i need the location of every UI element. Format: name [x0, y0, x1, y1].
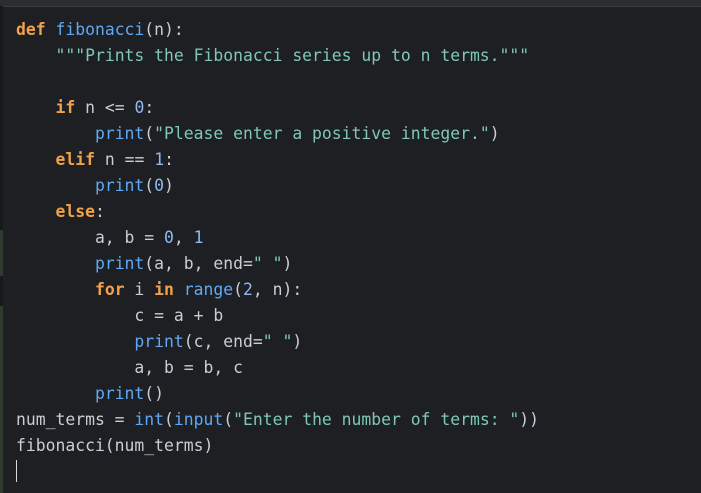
code-token-str: " " — [262, 332, 293, 351]
code-line[interactable] — [16, 69, 539, 95]
code-token-fn: print — [94, 124, 145, 143]
code-token-fn: print — [134, 332, 184, 351]
code-token-txt: fibonacci(num_terms) — [16, 436, 214, 455]
gutter-change-marker — [0, 230, 3, 276]
code-token-num: 0 — [164, 228, 174, 247]
code-line[interactable]: for i in range(2, n): — [16, 277, 539, 303]
code-token-fn: print — [94, 176, 145, 195]
text-cursor — [16, 460, 17, 482]
gutter-change-marker — [0, 306, 3, 493]
code-token-kw: elif — [55, 150, 95, 169]
code-token-txt: , — [173, 228, 194, 247]
code-token-str: """Prints the Fibonacci series up to n t… — [55, 46, 530, 65]
code-line[interactable]: a, b = b, c — [16, 355, 539, 381]
code-token-txt: num_terms = — [16, 410, 135, 429]
code-token-fn: print — [94, 384, 145, 403]
code-token-fn: int — [134, 410, 165, 429]
code-editor[interactable]: def fibonacci(n): """Prints the Fibonacc… — [0, 0, 701, 493]
code-token-txt: ( — [144, 124, 155, 143]
code-token-txt: )) — [519, 410, 540, 429]
code-token-kw: def — [16, 20, 46, 39]
code-token-str: " " — [252, 254, 283, 273]
code-token-num: 0 — [134, 98, 145, 117]
code-token-txt: ) — [292, 332, 303, 351]
code-token-txt: (c, end= — [183, 332, 263, 351]
code-token-str: "Enter the number of terms: " — [233, 410, 520, 429]
code-token-txt: i — [124, 280, 155, 299]
editor-gutter — [0, 6, 3, 493]
code-token-txt: (n): — [144, 20, 184, 39]
code-token-txt: ) — [282, 254, 293, 273]
code-line[interactable]: if n <= 0: — [16, 95, 539, 121]
code-line[interactable]: print(a, b, end=" ") — [16, 251, 539, 277]
code-line[interactable]: """Prints the Fibonacci series up to n t… — [16, 43, 539, 69]
code-line[interactable]: print("Please enter a positive integer."… — [16, 121, 539, 147]
code-line[interactable]: else: — [16, 199, 539, 225]
code-area[interactable]: def fibonacci(n): """Prints the Fibonacc… — [16, 17, 539, 459]
editor-top-border — [0, 0, 701, 7]
code-token-txt: n <= — [75, 98, 135, 117]
code-line[interactable]: print() — [16, 381, 539, 407]
code-token-kw: for — [94, 280, 125, 299]
code-token-txt: c = a + b — [16, 306, 224, 325]
code-line[interactable]: c = a + b — [16, 303, 539, 329]
code-token-txt: ( — [164, 410, 174, 429]
code-token-fn: print — [94, 254, 145, 273]
code-token-num: 2 — [243, 280, 253, 299]
code-token-txt: a, b = b, c — [16, 358, 243, 377]
code-token-str: "Please enter a positive integer." — [154, 124, 490, 143]
code-token-txt: , n): — [252, 280, 303, 299]
code-token-num: 1 — [193, 228, 204, 247]
code-token-txt: () — [144, 384, 165, 403]
code-token-kw: else — [55, 202, 95, 221]
code-token-txt: : — [144, 98, 155, 117]
code-token-txt: (a, b, end= — [144, 254, 253, 273]
code-token-txt: : — [164, 150, 174, 169]
code-token-fn: range — [183, 280, 234, 299]
code-token-txt: ( — [223, 410, 234, 429]
code-token-fn: input — [173, 410, 224, 429]
code-line[interactable]: print(c, end=" ") — [16, 329, 539, 355]
code-token-txt: : — [94, 202, 105, 221]
code-token-txt: ( — [233, 280, 244, 299]
code-line[interactable]: num_terms = int(input("Enter the number … — [16, 407, 539, 433]
code-token-kw: in — [154, 280, 174, 299]
code-line[interactable]: print(0) — [16, 173, 539, 199]
code-token-txt: ) — [164, 176, 174, 195]
code-line[interactable]: def fibonacci(n): — [16, 17, 539, 43]
code-line[interactable]: fibonacci(num_terms) — [16, 433, 539, 459]
code-token-kw: if — [55, 98, 76, 117]
code-line[interactable]: elif n == 1: — [16, 147, 539, 173]
code-token-num: 1 — [154, 150, 165, 169]
code-line[interactable]: a, b = 0, 1 — [16, 225, 539, 251]
code-token-num: 0 — [154, 176, 165, 195]
code-token-txt: a, b = — [16, 228, 165, 247]
code-token-txt: ( — [144, 176, 155, 195]
code-token-txt: ) — [489, 124, 500, 143]
code-token-txt: n == — [94, 150, 155, 169]
code-token-fn: fibonacci — [55, 20, 145, 39]
